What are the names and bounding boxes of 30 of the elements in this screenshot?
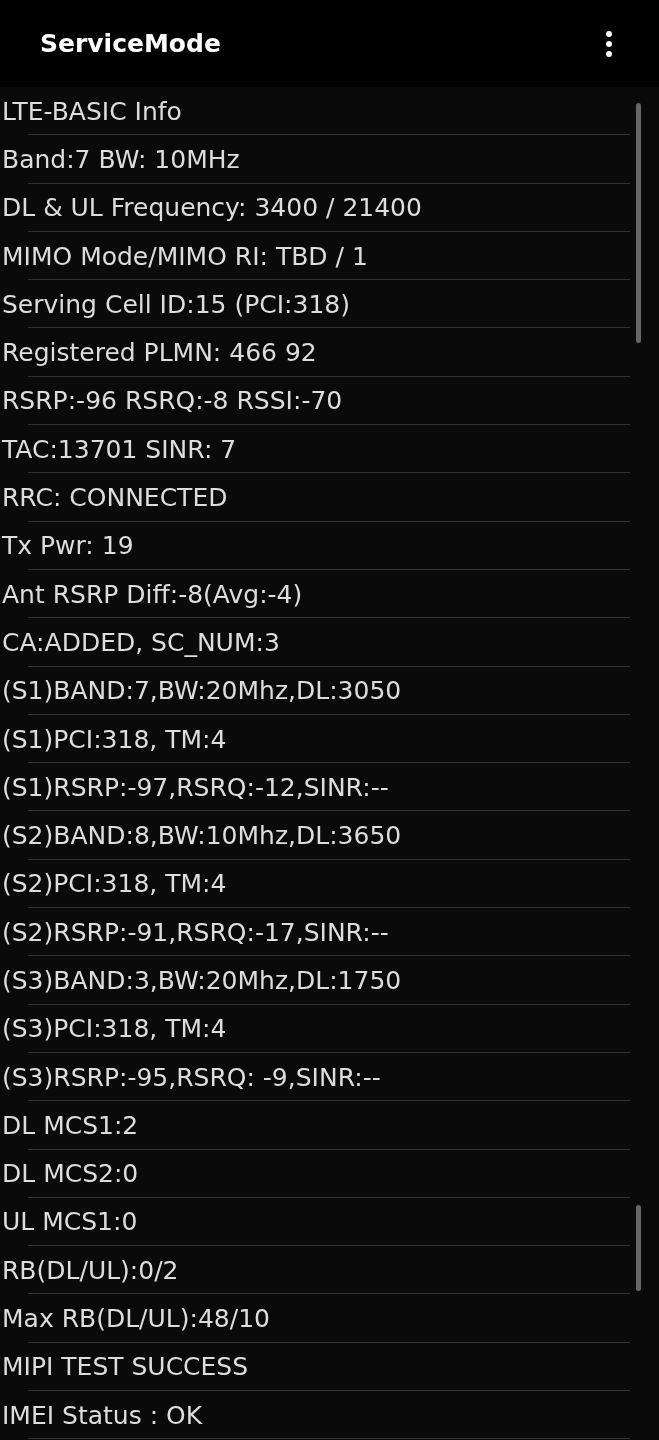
info-line: IMEI Status : OK: [2, 1400, 203, 1430]
info-line: LTE-BASIC Info: [2, 96, 182, 126]
info-line: RRC: CONNECTED: [2, 483, 228, 512]
info-line: (S2)BAND:8,BW:10Mhz,DL:3650: [2, 821, 402, 851]
info-line: (S3)BAND:3,BW:20Mhz,DL:1750: [2, 966, 402, 995]
info-line: Registered PLMN: 466 92: [2, 338, 317, 368]
info-line: (S1)RSRP:-97,RSRQ:-12,SINR:--: [2, 772, 389, 802]
info-line: MIPI TEST SUCCESS: [2, 1352, 249, 1382]
info-line: (S1)PCI:318, TM:4: [2, 724, 227, 754]
info-line: Band:7 BW: 10MHz: [2, 144, 240, 174]
info-line: (S3)RSRP:-95,RSRQ: -9,SINR:--: [2, 1062, 381, 1092]
info-line: (S1)BAND:7,BW:20Mhz,DL:3050: [2, 676, 402, 706]
info-line: DL & UL Frequency: 3400 / 21400: [2, 193, 422, 223]
info-line: (S3)PCI:318, TM:4: [2, 1014, 227, 1044]
info-line: Tx Pwr: 19: [2, 531, 134, 561]
info-line: Serving Cell ID:15 (PCI:318): [2, 289, 350, 319]
info-line: (S2)PCI:318, TM:4: [2, 869, 227, 899]
info-line: RSRP:-96 RSRQ:-8 RSSI:-70: [2, 386, 343, 416]
info-line: DL MCS1:2: [2, 1110, 139, 1140]
info-line: Max RB(DL/UL):48/10: [2, 1304, 270, 1334]
info-line: (S2)RSRP:-91,RSRQ:-17,SINR:--: [2, 917, 389, 947]
app-title: ServiceMode: [40, 29, 221, 58]
info-line: RB(DL/UL):0/2: [2, 1255, 179, 1285]
info-line: CA:ADDED, SC_NUM:3: [2, 627, 280, 657]
info-line: TAC:13701 SINR: 7: [2, 434, 237, 464]
info-line: DL MCS2:0: [2, 1159, 139, 1189]
info-line: UL MCS1:0: [2, 1207, 138, 1237]
more-options-icon[interactable]: [605, 29, 613, 58]
info-line: MIMO Mode/MIMO RI: TBD / 1: [2, 241, 368, 271]
info-line: Ant RSRP Diff:-8(Avg:-4): [2, 579, 303, 609]
